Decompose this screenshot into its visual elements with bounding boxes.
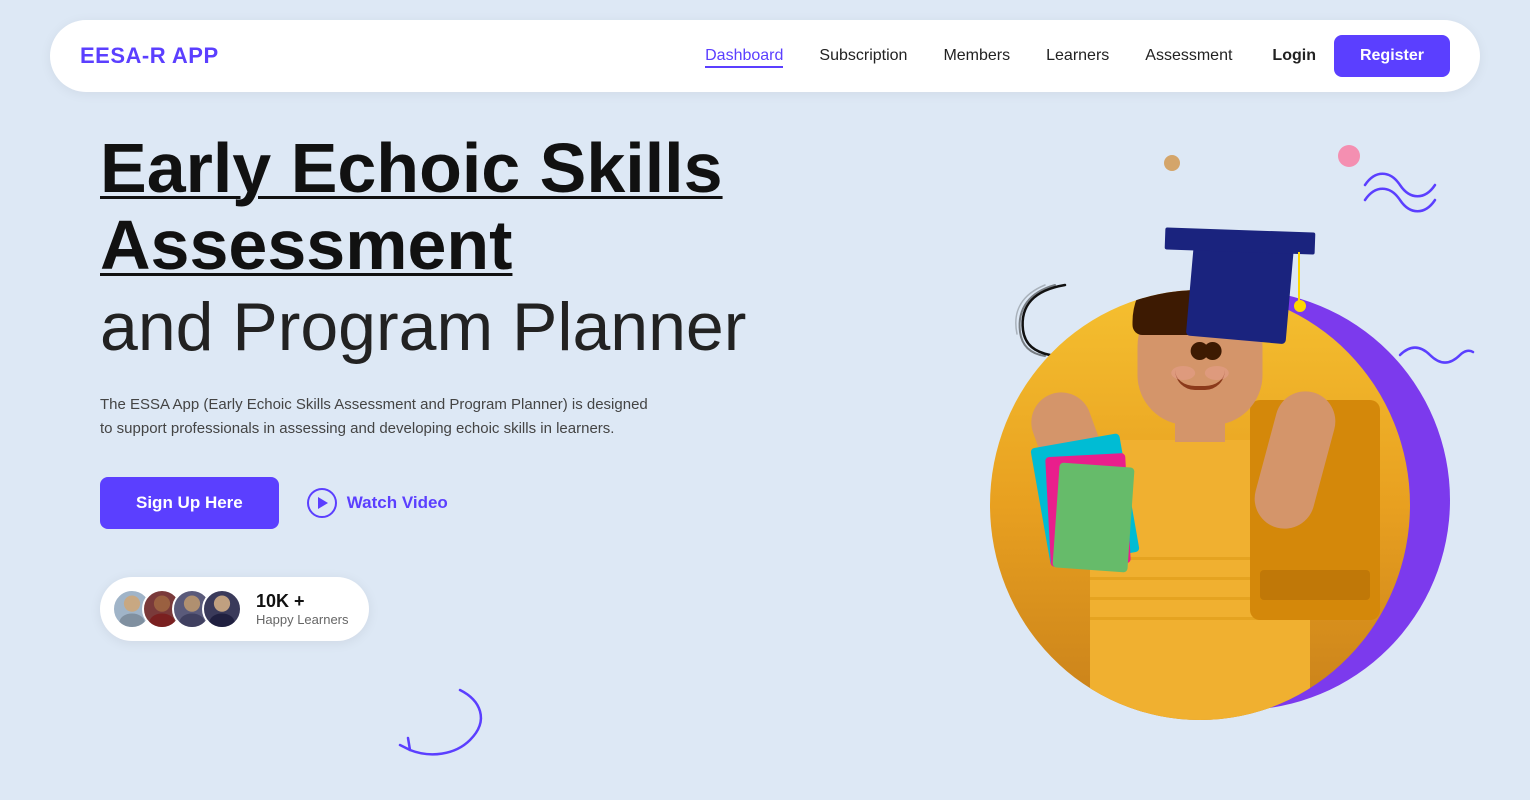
badge-text: 10K + Happy Learners <box>256 591 349 627</box>
avatar-4 <box>202 589 242 629</box>
decorative-arrow <box>380 680 500 760</box>
hero-title-1: Early Echoic Skills <box>100 130 900 207</box>
learners-badge: 10K + Happy Learners <box>100 577 369 641</box>
graduation-cap <box>1160 220 1320 340</box>
signup-button[interactable]: Sign Up Here <box>100 477 279 529</box>
register-button[interactable]: Register <box>1334 35 1450 77</box>
hero-description: The ESSA App (Early Echoic Skills Assess… <box>100 393 660 441</box>
play-triangle <box>318 497 328 509</box>
hero-image-container <box>950 100 1470 740</box>
hero-title-3: and Program Planner <box>100 290 900 365</box>
navbar: EESA-R APP Dashboard Subscription Member… <box>50 20 1480 92</box>
nav-assessment[interactable]: Assessment <box>1145 47 1232 64</box>
hero-section: Early Echoic Skills Assessment and Progr… <box>100 130 900 641</box>
nav-learners[interactable]: Learners <box>1046 47 1109 64</box>
hero-child-image <box>990 290 1410 720</box>
app-logo[interactable]: EESA-R APP <box>80 43 219 69</box>
avatar-group <box>112 589 242 629</box>
hero-buttons: Sign Up Here Watch Video <box>100 477 900 529</box>
nav-dashboard[interactable]: Dashboard <box>705 47 783 68</box>
badge-count: 10K + <box>256 591 349 612</box>
badge-label: Happy Learners <box>256 612 349 627</box>
nav-subscription[interactable]: Subscription <box>819 47 907 64</box>
nav-members[interactable]: Members <box>943 47 1010 64</box>
login-button[interactable]: Login <box>1272 47 1316 65</box>
hero-title-2: Assessment <box>100 207 900 284</box>
nav-right: Login Register <box>1272 35 1450 77</box>
watch-video-button[interactable]: Watch Video <box>307 488 448 518</box>
nav-links: Dashboard Subscription Members Learners … <box>705 47 1232 65</box>
play-icon <box>307 488 337 518</box>
